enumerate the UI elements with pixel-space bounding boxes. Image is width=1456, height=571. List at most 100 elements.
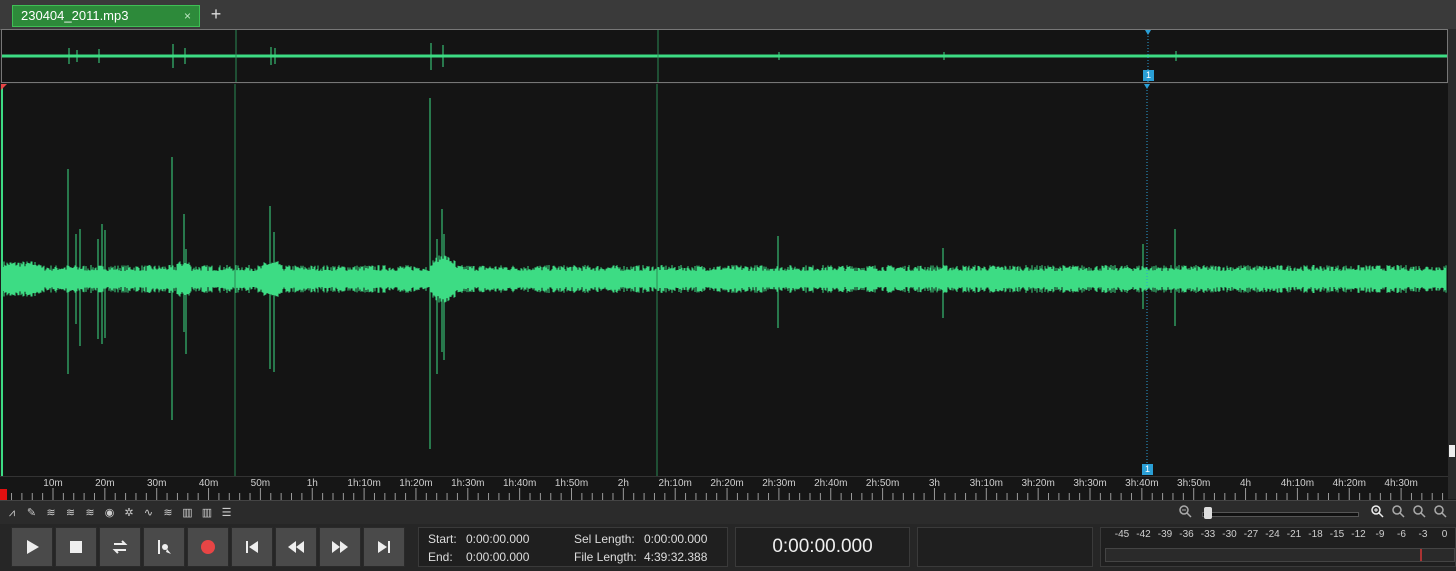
meter-scale-label: -24	[1265, 529, 1280, 540]
ruler-tick-label: 1h	[306, 478, 318, 489]
effect-4-icon[interactable]: ◉	[101, 504, 119, 522]
ruler-tick-label: 1h:20m	[399, 478, 433, 489]
meter-scale-label: 0	[1441, 529, 1448, 540]
ruler-tick-label: 3h:50m	[1177, 478, 1211, 489]
ruler-tick-label: 1h:30m	[451, 478, 485, 489]
effect-1-icon[interactable]: ≋	[42, 504, 60, 522]
zoom-controls	[1176, 504, 1456, 522]
effect-2-icon[interactable]: ≋	[62, 504, 80, 522]
meter-scale-label: -18	[1308, 529, 1323, 540]
selection-info: Start: 0:00:00.000 End: 0:00:00.000 Sel …	[418, 527, 728, 567]
ruler-tick-label: 3h:20m	[1021, 478, 1055, 489]
tool-bar: ⩘ ✎ ≋ ≋ ≋ ◉ ✲ ∿ ≋ ▥ ▥ ☰	[0, 500, 1456, 525]
stop-button[interactable]	[55, 527, 97, 567]
transport-bar: Start: 0:00:00.000 End: 0:00:00.000 Sel …	[0, 524, 1456, 571]
ruler-tick-label: 2h:30m	[762, 478, 796, 489]
close-tab-icon[interactable]: ×	[184, 6, 191, 26]
file-tab[interactable]: 230404_2011.mp3 ×	[12, 5, 200, 27]
play-button[interactable]	[11, 527, 53, 567]
meter-scale-label: -3	[1418, 529, 1428, 540]
meter-scale-label: -42	[1136, 529, 1151, 540]
main-marker[interactable]: 1	[1142, 464, 1153, 475]
meter-scale-label: -33	[1200, 529, 1216, 540]
zoom-fit-icon[interactable]	[1410, 504, 1428, 522]
meter-scale-label: -39	[1157, 529, 1173, 540]
time-ruler[interactable]: 10m 20m 30m 40m 50m 1h 1h:10m 1h:20m 1h:30m 1h:40…	[0, 476, 1448, 501]
ruler-tick-label: 4h:20m	[1332, 478, 1366, 489]
scrub-button[interactable]	[143, 527, 185, 567]
ruler-tick-label: 2h:50m	[865, 478, 900, 489]
ruler-tick-label: 1h:50m	[554, 478, 589, 489]
meter-scale-label: -45	[1114, 529, 1130, 540]
ruler-tick-label: 2h:10m	[658, 478, 692, 489]
effect-5-icon[interactable]: ✲	[120, 504, 138, 522]
meter-scale-label: -30	[1222, 529, 1237, 540]
ruler-tick-label: 3h:40m	[1125, 478, 1159, 489]
zoom-slider[interactable]	[1202, 512, 1359, 517]
ruler-tick-label: 3h	[928, 478, 940, 489]
end-value: 0:00:00.000	[466, 550, 530, 564]
end-label: End:	[428, 550, 453, 564]
record-button[interactable]	[187, 527, 229, 567]
zoom-selection-icon[interactable]	[1389, 504, 1407, 522]
ruler-tick-label: 4h:30m	[1384, 478, 1418, 489]
vertical-scrollbar[interactable]	[1448, 29, 1456, 499]
effect-6-icon[interactable]: ∿	[140, 504, 158, 522]
status-panel	[917, 527, 1093, 567]
start-label: Start:	[428, 532, 457, 546]
fast-forward-button[interactable]	[319, 527, 361, 567]
effect-3-icon[interactable]: ≋	[81, 504, 99, 522]
sel-length-label: Sel Length:	[574, 532, 635, 546]
ruler-tick-label: 2h:20m	[710, 478, 744, 489]
go-to-start-button[interactable]	[231, 527, 273, 567]
ruler-tick-label: 1h:40m	[502, 478, 537, 489]
meter-scale-label: -12	[1351, 529, 1366, 540]
meter-scale-label: -27	[1243, 529, 1259, 540]
pencil-icon[interactable]: ✎	[23, 504, 41, 522]
ruler-tick-label: 3h:30m	[1073, 478, 1107, 489]
loop-button[interactable]	[99, 527, 141, 567]
ruler-tick-label: 4h:10m	[1280, 478, 1315, 489]
rewind-button[interactable]	[275, 527, 317, 567]
ruler-tick-label: 10m	[43, 478, 63, 489]
scroll-handle[interactable]	[1449, 445, 1455, 457]
bars-icon[interactable]: ▥	[198, 504, 216, 522]
ruler-tick-label: 30m	[146, 478, 167, 489]
list-icon[interactable]: ☰	[218, 504, 236, 522]
zoom-slider-thumb[interactable]	[1204, 507, 1212, 519]
main-waveform[interactable]: 1	[1, 84, 1448, 476]
ruler-tick-label: 3h:10m	[969, 478, 1003, 489]
overview-marker[interactable]: 1	[1143, 70, 1154, 81]
add-tab-button[interactable]: +	[206, 4, 226, 24]
file-length-label: File Length:	[574, 550, 637, 564]
ruler-tick-label: 2h:40m	[814, 478, 848, 489]
effect-7-icon[interactable]: ≋	[159, 504, 177, 522]
zoom-in-icon[interactable]	[1368, 504, 1386, 522]
ruler-tick-label: 2h	[617, 478, 629, 489]
overview-waveform[interactable]: 1	[1, 29, 1448, 83]
zoom-full-icon[interactable]	[1431, 504, 1449, 522]
ruler-tick-label: 50m	[250, 478, 271, 489]
meter-scale-label: -6	[1397, 529, 1406, 540]
file-tab-title: 230404_2011.mp3	[21, 8, 129, 23]
level-meter-bar	[1105, 548, 1455, 562]
ruler-tick-label: 20m	[95, 478, 115, 489]
meter-scale-label: -15	[1329, 529, 1345, 540]
ruler-tick-label: 40m	[198, 478, 219, 489]
go-to-end-button[interactable]	[363, 527, 405, 567]
waveform-band	[2, 255, 1447, 303]
meter-scale-label: -9	[1375, 529, 1385, 540]
ruler-tick-label: 4h	[1239, 478, 1252, 489]
start-value: 0:00:00.000	[466, 532, 530, 546]
meter-scale-label: -36	[1179, 529, 1194, 540]
ruler-tick-label: 1h:10m	[347, 478, 381, 489]
time-display: 0:00:00.000	[735, 527, 910, 567]
meter-scale-label: -21	[1286, 529, 1302, 540]
zoom-out-icon[interactable]	[1176, 504, 1194, 522]
waveform-icon[interactable]: ⩘	[3, 504, 21, 522]
level-meter: -45 -42 -39 -36 -33 -30 -27 -24 -21 -18 -15 -12 -9 -6…	[1100, 527, 1456, 567]
peak-indicator	[1420, 549, 1422, 561]
spectrum-icon[interactable]: ▥	[179, 504, 197, 522]
sel-length-value: 0:00:00.000	[644, 532, 708, 546]
tab-bar: 230404_2011.mp3 × +	[0, 0, 1456, 30]
